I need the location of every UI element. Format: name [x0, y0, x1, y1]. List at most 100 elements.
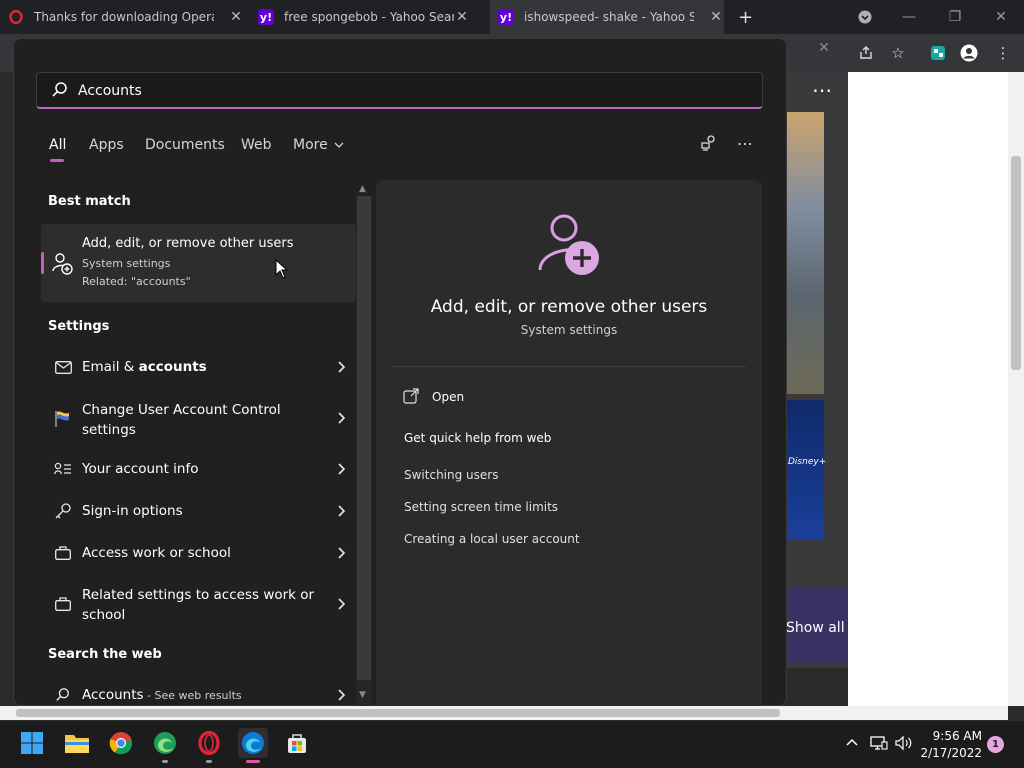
minimize-button[interactable]: —: [886, 0, 932, 34]
chevron-right-icon: [338, 361, 346, 373]
mouse-cursor-icon: [275, 259, 289, 279]
taskbar-chrome[interactable]: [106, 728, 136, 758]
settings-item-sign-in-options[interactable]: Sign-in options: [41, 500, 356, 522]
best-match-related: Related: "accounts": [82, 275, 191, 288]
share-icon[interactable]: [855, 42, 877, 64]
network-icon[interactable]: [870, 735, 888, 755]
search-icon: [53, 685, 73, 705]
video-thumbnail[interactable]: [786, 400, 824, 540]
close-icon: ✕: [995, 9, 1007, 25]
filter-tab-more[interactable]: More: [293, 137, 344, 153]
restore-icon: ❐: [948, 9, 962, 25]
filter-tab-documents[interactable]: Documents: [145, 137, 225, 153]
video-thumbnail[interactable]: [786, 112, 824, 394]
extensions-icon[interactable]: [927, 42, 949, 64]
page-more-icon[interactable]: ⋯: [812, 78, 833, 102]
browser-menu-icon[interactable]: ⋮: [992, 42, 1014, 64]
show-all-link[interactable]: Show all: [786, 620, 845, 636]
open-button[interactable]: Open: [432, 390, 464, 404]
taskbar-edge-beta[interactable]: [150, 728, 180, 758]
browser-tab-ishowspeed[interactable]: y! ishowspeed- shake - Yahoo Search ✕: [490, 0, 724, 34]
app-running-indicator: [206, 760, 212, 763]
bookmark-star-icon[interactable]: ☆: [887, 42, 909, 64]
page-horizontal-scrollbar[interactable]: [0, 706, 1008, 720]
help-link-switching-users[interactable]: Switching users: [404, 468, 498, 482]
chevron-right-icon: [338, 505, 346, 517]
app-active-indicator: [246, 760, 260, 763]
taskbar-edge[interactable]: [238, 728, 268, 758]
taskbar-store[interactable]: [282, 728, 312, 758]
results-scrollbar[interactable]: ▲ ▼: [356, 184, 372, 706]
close-window-button[interactable]: ✕: [978, 0, 1024, 34]
scrollbar-thumb[interactable]: [1011, 156, 1021, 370]
page-vertical-scrollbar[interactable]: [1008, 72, 1024, 706]
opera-icon: [8, 9, 24, 25]
search-input[interactable]: [78, 80, 718, 102]
more-options-icon[interactable]: ⋯: [734, 132, 756, 154]
quick-help-heading: Get quick help from web: [404, 431, 552, 445]
filter-tab-all[interactable]: All: [49, 137, 66, 153]
settings-item-uac[interactable]: Change User Account Control settings: [41, 400, 356, 440]
show-hidden-icons-button[interactable]: [845, 735, 859, 751]
best-match-subtitle: System settings: [82, 257, 171, 270]
start-button[interactable]: [17, 728, 47, 758]
best-match-heading: Best match: [48, 194, 131, 209]
scroll-down-icon[interactable]: ▼: [359, 690, 366, 700]
settings-item-related-work-school[interactable]: Related settings to access work or schoo…: [41, 585, 356, 625]
volume-icon[interactable]: [895, 735, 913, 755]
profile-icon[interactable]: [958, 42, 980, 64]
close-icon[interactable]: ✕: [814, 40, 834, 60]
edge-icon: [242, 732, 264, 754]
taskbar-file-explorer[interactable]: [62, 728, 92, 758]
web-search-result[interactable]: Accounts - See web results: [41, 685, 356, 707]
filter-tab-apps[interactable]: Apps: [89, 137, 124, 153]
tab-title: Thanks for downloading Opera: [34, 10, 214, 24]
yahoo-icon: y!: [258, 9, 274, 25]
clock-time[interactable]: 9:56 AM: [930, 729, 982, 743]
selection-indicator: [41, 252, 44, 274]
filter-tab-web[interactable]: Web: [241, 137, 272, 153]
search-icon: [52, 82, 67, 97]
preview-title: Add, edit, or remove other users: [430, 297, 708, 317]
search-box[interactable]: [36, 72, 763, 109]
minimize-icon: —: [902, 9, 916, 25]
browser-tab-opera[interactable]: Thanks for downloading Opera ✕: [8, 0, 244, 34]
scrollbar-thumb[interactable]: [16, 709, 780, 717]
notification-badge[interactable]: 1: [987, 736, 1004, 753]
chevron-down-circle-icon: [858, 10, 872, 24]
start-icon: [21, 732, 43, 754]
opera-icon: [198, 731, 220, 755]
settings-item-email-accounts[interactable]: Email & accounts: [41, 356, 356, 378]
web-result-label: Accounts - See web results: [82, 687, 242, 703]
help-link-local-account[interactable]: Creating a local user account: [404, 532, 580, 546]
settings-item-label-line2: settings: [82, 422, 136, 438]
active-tab-indicator: [50, 159, 64, 162]
chevron-right-icon: [338, 598, 346, 610]
browser-tab-spongebob[interactable]: y! free spongebob - Yahoo Search R ✕: [258, 0, 470, 34]
plus-icon: +: [738, 6, 754, 28]
settings-item-account-info[interactable]: Your account info: [41, 458, 356, 480]
tab-close-icon[interactable]: ✕: [454, 9, 470, 25]
add-user-icon: [52, 253, 73, 275]
help-link-screen-time[interactable]: Setting screen time limits: [404, 500, 558, 514]
scroll-up-icon[interactable]: ▲: [359, 184, 366, 194]
add-user-icon: [538, 214, 599, 275]
app-running-indicator: [162, 760, 168, 763]
preview-subtitle: System settings: [520, 323, 618, 337]
preview-divider: [392, 366, 746, 367]
switch-account-icon[interactable]: [698, 132, 720, 154]
tab-search-button[interactable]: [842, 0, 888, 34]
taskbar-opera[interactable]: [194, 728, 224, 758]
search-web-heading: Search the web: [48, 647, 162, 662]
new-tab-button[interactable]: +: [738, 0, 758, 34]
tab-close-icon[interactable]: ✕: [228, 9, 244, 25]
settings-item-label-line2: school: [82, 607, 126, 623]
settings-item-work-school[interactable]: Access work or school: [41, 542, 356, 564]
clock-date[interactable]: 2/17/2022: [918, 746, 982, 760]
chevron-down-icon: [334, 142, 344, 148]
tab-close-icon[interactable]: ✕: [708, 9, 724, 25]
restore-button[interactable]: ❐: [932, 0, 978, 34]
scrollbar-thumb[interactable]: [357, 196, 371, 680]
chevron-right-icon: [338, 689, 346, 701]
file-explorer-icon: [65, 735, 89, 753]
